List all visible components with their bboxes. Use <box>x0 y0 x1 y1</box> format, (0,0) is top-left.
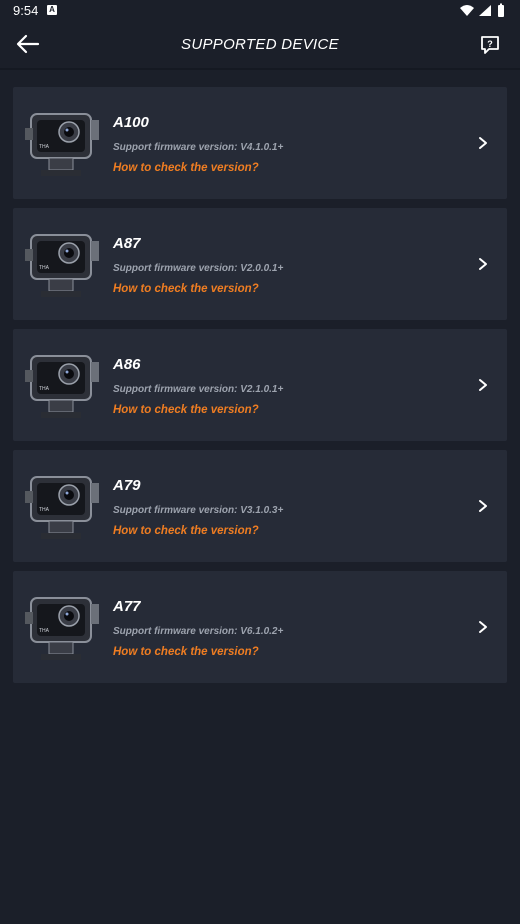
svg-text:?: ? <box>487 39 493 49</box>
help-icon[interactable]: ? <box>480 35 500 55</box>
svg-text:THA: THA <box>39 507 50 513</box>
firmware-version: Support firmware version: V6.1.0.2+ <box>113 626 284 637</box>
check-version-link[interactable]: How to check the version? <box>113 404 259 416</box>
chevron-right-icon <box>479 500 487 512</box>
header-divider <box>0 68 520 70</box>
notification-icon: A <box>47 5 57 15</box>
device-card[interactable]: THA A79 Support firmware version: V3.1.0… <box>13 450 507 562</box>
svg-text:THA: THA <box>39 265 50 271</box>
check-version-link[interactable]: How to check the version? <box>113 646 259 658</box>
svg-text:THA: THA <box>39 628 50 634</box>
action-camera-image: THA <box>25 355 99 418</box>
chevron-right-icon <box>479 258 487 270</box>
device-card[interactable]: THA A87 Support firmware version: V2.0.0… <box>13 208 507 320</box>
action-camera-image: THA <box>25 476 99 539</box>
wifi-icon <box>460 5 474 16</box>
chevron-right-icon <box>479 137 487 149</box>
device-card[interactable]: THA A100 Support firmware version: V4.1.… <box>13 87 507 199</box>
firmware-version: Support firmware version: V2.0.0.1+ <box>113 263 284 274</box>
device-model: A87 <box>113 235 141 252</box>
device-model: A86 <box>113 356 141 373</box>
status-icons <box>460 3 504 17</box>
firmware-version: Support firmware version: V2.1.0.1+ <box>113 384 284 395</box>
firmware-version: Support firmware version: V4.1.0.1+ <box>113 142 284 153</box>
check-version-link[interactable]: How to check the version? <box>113 283 259 295</box>
chevron-right-icon <box>479 379 487 391</box>
status-bar: 9:54 A <box>0 0 520 22</box>
device-list: THA A100 Support firmware version: V4.1.… <box>13 87 507 692</box>
page-title: SUPPORTED DEVICE <box>181 36 339 53</box>
chevron-right-icon <box>479 621 487 633</box>
check-version-link[interactable]: How to check the version? <box>113 162 259 174</box>
svg-text:THA: THA <box>39 386 50 392</box>
device-model: A77 <box>113 598 141 615</box>
device-card[interactable]: THA A77 Support firmware version: V6.1.0… <box>13 571 507 683</box>
battery-icon <box>498 3 504 17</box>
signal-icon <box>479 5 491 16</box>
firmware-version: Support firmware version: V3.1.0.3+ <box>113 505 284 516</box>
svg-text:THA: THA <box>39 144 50 150</box>
device-model: A100 <box>113 114 149 131</box>
check-version-link[interactable]: How to check the version? <box>113 525 259 537</box>
device-card[interactable]: THA A86 Support firmware version: V2.1.0… <box>13 329 507 441</box>
device-model: A79 <box>113 477 141 494</box>
action-camera-image: THA <box>25 597 99 660</box>
app-bar: SUPPORTED DEVICE ? <box>0 22 520 68</box>
action-camera-image: THA <box>25 234 99 297</box>
action-camera-image: THA <box>25 113 99 176</box>
status-time: 9:54 <box>13 3 39 18</box>
